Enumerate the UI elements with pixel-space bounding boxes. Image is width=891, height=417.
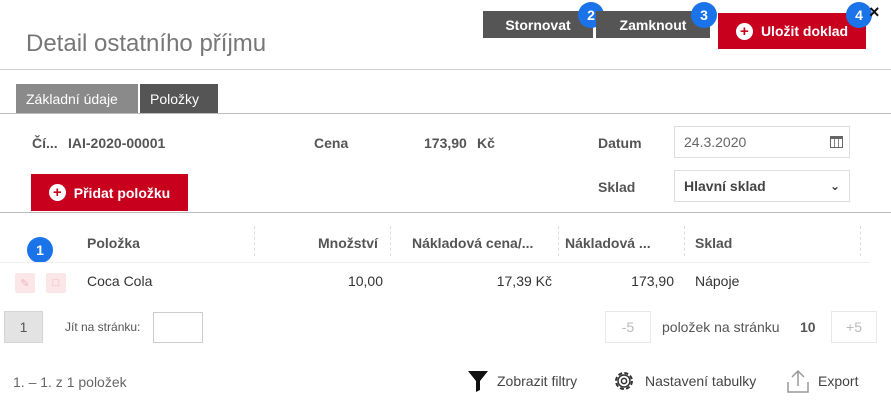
step-badge: 1 xyxy=(27,237,53,263)
per-page-decrease-button[interactable]: -5 xyxy=(605,311,651,343)
add-item-label: Přidat položku xyxy=(73,184,171,201)
number-value: IAI-2020-00001 xyxy=(68,135,166,151)
column-separator xyxy=(390,226,391,256)
export-label: Export xyxy=(818,373,859,389)
column-separator xyxy=(860,226,861,256)
delete-icon[interactable]: □ xyxy=(46,273,66,293)
header-row-divider xyxy=(0,262,870,263)
form-divider xyxy=(0,212,891,213)
price-label: Cena xyxy=(314,135,349,151)
divider xyxy=(0,69,891,70)
page-number-button[interactable]: 1 xyxy=(4,311,43,343)
save-button-label: Uložit doklad xyxy=(760,23,849,39)
cell-cost: 173,90 xyxy=(631,273,674,289)
close-icon[interactable]: × xyxy=(869,2,880,23)
export-button[interactable]: Export xyxy=(786,366,858,396)
cell-warehouse: Nápoje xyxy=(695,273,740,289)
chevron-down-icon: ⌄ xyxy=(829,179,840,193)
per-page-increase-button[interactable]: +5 xyxy=(831,311,877,343)
date-label: Datum xyxy=(598,135,642,151)
table-settings-button[interactable]: Nastavení tabulky xyxy=(611,366,756,396)
column-header-quantity[interactable]: Množství xyxy=(318,235,378,251)
column-header-warehouse[interactable]: Sklad xyxy=(695,235,732,251)
table-settings-label: Nastavení tabulky xyxy=(645,373,757,389)
column-separator xyxy=(684,226,685,256)
date-value: 24.3.2020 xyxy=(684,134,747,150)
plus-icon: + xyxy=(48,184,66,201)
jump-to-page-label: Jít na stránku: xyxy=(65,320,141,334)
gear-icon xyxy=(615,372,633,390)
edit-icon[interactable]: ✎ xyxy=(15,273,35,293)
date-input[interactable]: 24.3.2020 xyxy=(674,126,850,158)
save-button[interactable]: + Uložit doklad xyxy=(718,13,866,49)
column-header-cost[interactable]: Nákladová ... xyxy=(565,235,651,251)
cell-unit-cost: 17,39 Kč xyxy=(496,273,552,289)
number-label: Čí... xyxy=(32,135,58,151)
show-filters-label: Zobrazit filtry xyxy=(497,373,578,389)
per-page-label: položek na stránku xyxy=(662,319,780,335)
price-value: 173,90 xyxy=(424,135,467,151)
show-filters-button[interactable]: Zobrazit filtry xyxy=(467,366,577,396)
add-item-button[interactable]: + Přidat položku xyxy=(31,174,188,211)
warehouse-value: Hlavní sklad xyxy=(684,178,766,194)
column-separator xyxy=(254,226,255,256)
page-title: Detail ostatního příjmu xyxy=(26,30,267,57)
tabs-divider xyxy=(0,113,891,114)
column-header-unit-cost[interactable]: Nákladová cena/... xyxy=(412,235,533,251)
jump-to-page-input[interactable] xyxy=(153,312,203,343)
warehouse-label: Sklad xyxy=(598,179,636,195)
cell-quantity: 10,00 xyxy=(347,273,383,289)
items-range-text: 1. – 1. z 1 položek xyxy=(13,374,127,390)
plus-icon: + xyxy=(735,22,753,40)
cancel-button[interactable]: Stornovat xyxy=(483,11,593,38)
column-header-item[interactable]: Položka xyxy=(87,235,140,251)
filter-icon xyxy=(468,371,488,392)
cell-item: Coca Cola xyxy=(87,273,153,289)
tab-items[interactable]: Položky xyxy=(140,84,218,113)
upload-icon xyxy=(787,369,809,393)
column-separator xyxy=(558,226,559,256)
step-badge: 3 xyxy=(691,2,717,28)
per-page-value: 10 xyxy=(800,319,816,335)
currency-label: Kč xyxy=(477,135,495,151)
warehouse-select[interactable]: Hlavní sklad ⌄ xyxy=(674,170,850,202)
calendar-icon[interactable] xyxy=(830,136,843,148)
tab-basic-info[interactable]: Základní údaje xyxy=(16,84,138,113)
